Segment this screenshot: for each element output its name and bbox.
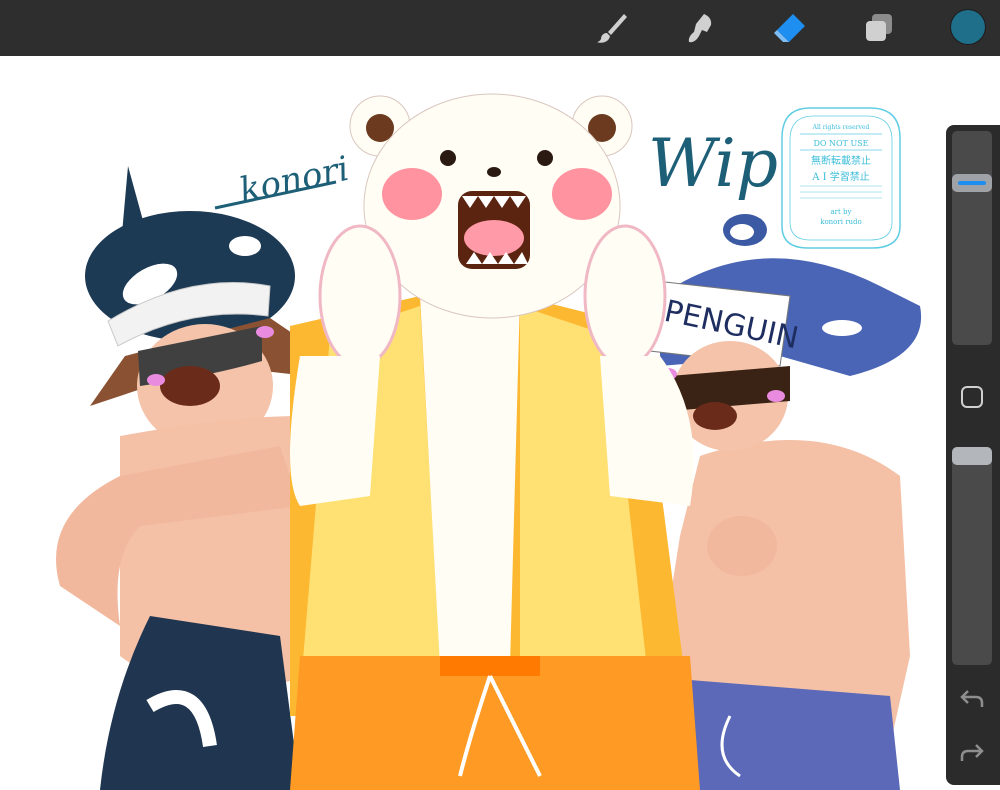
redo-button[interactable]: [958, 739, 986, 767]
svg-text:konori rudo: konori rudo: [820, 218, 862, 226]
layers-tool-button[interactable]: [861, 10, 897, 46]
svg-text:Wip: Wip: [648, 125, 778, 202]
brush-tool-button[interactable]: [594, 10, 630, 46]
opacity-thumb[interactable]: [952, 447, 992, 465]
opacity-slider[interactable]: [952, 447, 992, 665]
brush-size-slider[interactable]: [952, 131, 992, 345]
top-toolbar: [0, 0, 1000, 56]
svg-text:konori: konori: [236, 149, 352, 211]
bear-character: [290, 93, 700, 790]
undo-arrow-icon: [960, 690, 984, 707]
smudge-icon: [688, 14, 712, 43]
drawing-canvas[interactable]: All rights reserved DO NOT USE 無断転載禁止 A …: [0, 56, 1000, 790]
svg-text:All rights reserved: All rights reserved: [812, 124, 870, 131]
eraser-tool-button[interactable]: [771, 10, 807, 46]
redo-arrow-icon: [960, 744, 984, 761]
svg-text:A I 学習禁止: A I 学習禁止: [811, 170, 870, 183]
svg-text:無断転載禁止: 無断転載禁止: [811, 154, 871, 167]
svg-text:DO NOT USE: DO NOT USE: [813, 139, 868, 148]
eraser-icon: [774, 14, 805, 42]
modify-button[interactable]: [960, 385, 984, 409]
undo-button[interactable]: [958, 685, 986, 713]
size-indicator: [958, 181, 986, 185]
left-character: [56, 166, 320, 790]
artwork-illustration: All rights reserved DO NOT USE 無断転載禁止 A …: [56, 93, 922, 790]
layers-icon: [866, 14, 892, 41]
color-picker-swatch[interactable]: [951, 10, 985, 44]
brush-size-thumb[interactable]: [952, 174, 992, 192]
svg-text:art by: art by: [831, 208, 852, 216]
square-outline-icon: [961, 386, 983, 408]
watermark-stamp: All rights reserved DO NOT USE 無断転載禁止 A …: [781, 107, 901, 249]
smudge-tool-button[interactable]: [682, 10, 718, 46]
brush-icon: [597, 14, 627, 43]
right-sidebar: [946, 125, 1000, 785]
